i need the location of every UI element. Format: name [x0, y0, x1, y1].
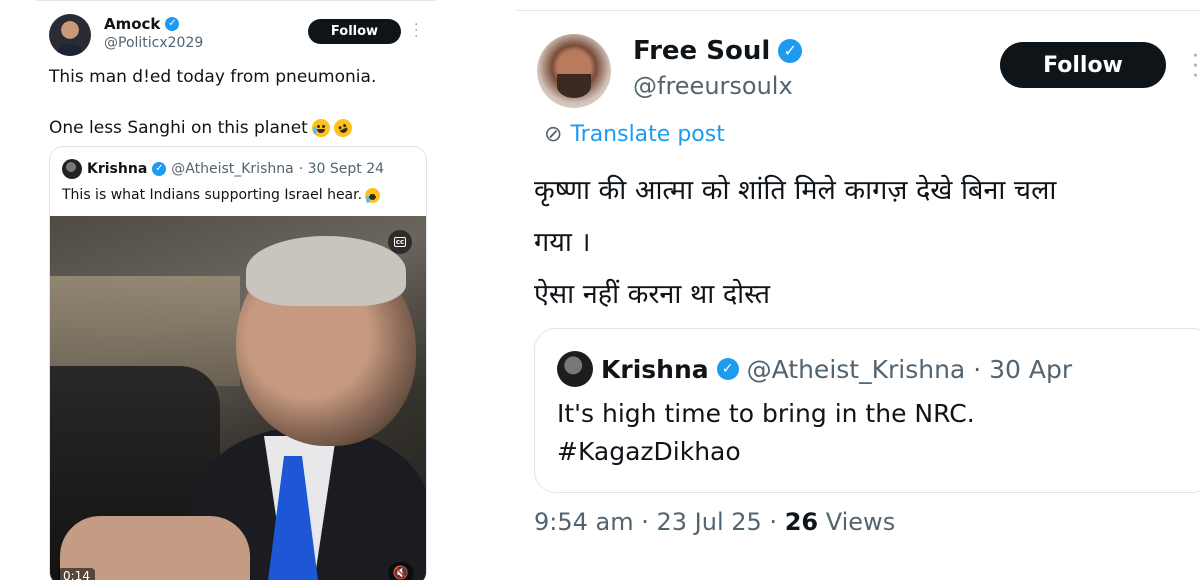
verified-badge-icon: ✓ [165, 17, 180, 31]
author-avatar[interactable] [49, 14, 91, 56]
author-handle[interactable]: @Politicx2029 [104, 35, 203, 51]
video-duration: 0:14 [58, 568, 95, 580]
tweet-text-line: One less Sanghi on this planet [49, 116, 355, 140]
tweet-meta: 9:54 am · 23 Jul 25 · 26 Views [534, 508, 896, 536]
video-person-hair [246, 236, 406, 306]
quoted-author-name: Krishna [601, 354, 709, 384]
quoted-date: · 30 Apr [973, 354, 1073, 384]
tweet-text-line: ऐसा नहीं करना था दोस्त [534, 279, 771, 310]
more-options-icon[interactable]: · · · [1192, 46, 1200, 88]
follow-button[interactable]: Follow [308, 19, 401, 44]
quoted-date: · 30 Sept 24 [298, 161, 385, 177]
tweet-text: One less Sanghi on this planet [49, 118, 308, 138]
author-avatar[interactable] [537, 34, 611, 108]
quoted-tweet-header: Krishna ✓ @Atheist_Krishna · 30 Sept 24 [62, 159, 384, 179]
crying-laughing-emoji-icon [311, 119, 330, 137]
more-options-icon[interactable]: · · · [414, 18, 420, 44]
post-time: 9:54 am [534, 508, 634, 536]
translate-post-link[interactable]: ⊘ Translate post [544, 122, 725, 147]
tweet-text-line: गया । [534, 227, 591, 258]
quoted-tweet[interactable]: Krishna ✓ @Atheist_Krishna · 30 Sept 24 … [49, 146, 427, 580]
author-handle[interactable]: @freeursoulx [633, 72, 793, 100]
translate-icon: ⊘ [544, 122, 563, 147]
quoted-author-name: Krishna [87, 161, 148, 177]
quoted-hashtag[interactable]: #KagazDikhao [557, 437, 741, 466]
laughing-tears-emoji-icon [365, 187, 381, 203]
quoted-text: This is what Indians supporting Israel h… [62, 187, 363, 203]
closed-captions-icon[interactable]: cc [388, 230, 412, 254]
video-player[interactable]: cc 0:14 🔇 [50, 216, 426, 580]
rolling-laughing-emoji-icon [330, 116, 355, 140]
tweet-text-line: कृष्णा की आत्मा को शांति मिले कागज़ देखे… [534, 175, 1057, 206]
divider [516, 10, 1200, 11]
author-name[interactable]: Amock ✓ [104, 15, 180, 33]
follow-button[interactable]: Follow [1000, 42, 1166, 88]
mute-icon[interactable]: 🔇 [388, 562, 414, 580]
quoted-author-avatar [557, 351, 593, 387]
verified-badge-icon: ✓ [778, 39, 803, 63]
author-name-text: Free Soul [633, 36, 771, 66]
quoted-author-handle: @Atheist_Krishna [746, 354, 966, 384]
quoted-tweet-text: It's high time to bring in the NRC. [557, 399, 975, 428]
quoted-tweet[interactable]: Krishna ✓ @Atheist_Krishna · 30 Apr It's… [534, 328, 1200, 493]
right-tweet: Free Soul ✓ @freeursoulx Follow · · · ⊘ Tr… [516, 0, 1200, 580]
translate-label: Translate post [570, 122, 725, 147]
quoted-tweet-header: Krishna ✓ @Atheist_Krishna · 30 Apr [557, 351, 1072, 387]
tweet-text-line: This man d!ed today from pneumonia. [49, 67, 377, 87]
divider [36, 0, 436, 1]
left-tweet: Amock ✓ @Politicx2029 Follow · · · This ma… [0, 0, 440, 580]
post-date: 23 Jul 25 [656, 508, 762, 536]
views-count: 26 [784, 508, 819, 536]
verified-badge-icon: ✓ [716, 358, 739, 380]
author-name-text: Amock [104, 15, 161, 33]
quoted-author-avatar [62, 159, 82, 179]
verified-badge-icon: ✓ [152, 162, 167, 176]
quoted-tweet-text: This is what Indians supporting Israel h… [62, 187, 381, 203]
views-label: Views [825, 508, 896, 536]
author-name[interactable]: Free Soul ✓ [633, 36, 803, 66]
tweet-body: कृष्णा की आत्मा को शांति मिले कागज़ देखे… [534, 165, 1184, 321]
quoted-author-handle: @Atheist_Krishna [171, 161, 294, 177]
